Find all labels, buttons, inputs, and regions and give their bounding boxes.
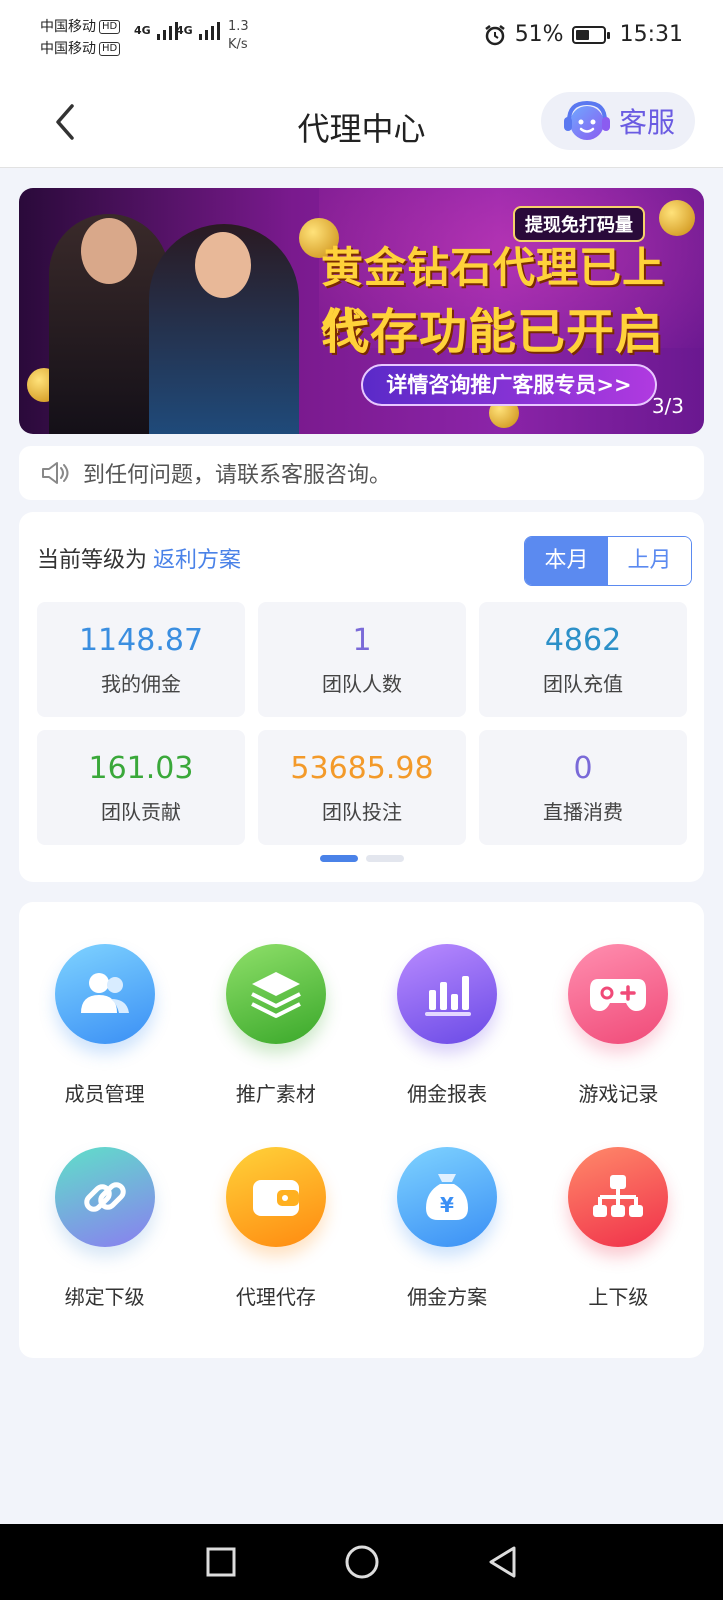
service-label: 客服 (619, 106, 676, 139)
notice-bar[interactable]: 到任何问题，请联系客服咨询。 (19, 446, 704, 500)
speed-unit: K/s (228, 37, 248, 52)
stat-value: 53685.98 (290, 751, 434, 786)
tab-last-month[interactable]: 上月 (608, 537, 691, 585)
hd-badge: HD (99, 42, 121, 56)
tab-this-month[interactable]: 本月 (525, 537, 608, 585)
menu-grid: 成员管理 推广素材 佣金报表 游戏记录 绑定下级 代理代存 ¥ 佣金方案 上下级 (19, 944, 704, 1310)
carrier-info: 中国移动 HD 中国移动 HD (40, 16, 121, 60)
menu-commission-plan[interactable]: ¥ 佣金方案 (362, 1147, 533, 1310)
stats-pager (19, 855, 704, 862)
banner-cta: 详情咨询推广客服专员>> (361, 364, 657, 406)
notice-text: 到任何问题，请联系客服咨询。 (83, 463, 392, 488)
layers-icon (225, 944, 326, 1044)
stats-card: 当前等级为 返利方案 本月 上月 1148.87 我的佣金 1 团队人数 4862 团队… (19, 512, 704, 882)
speed-value: 1.3 (228, 19, 249, 34)
stat-value: 1 (352, 623, 372, 658)
stat-value: 0 (573, 751, 593, 786)
back-nav-button[interactable] (483, 1542, 523, 1582)
carrier-1: 中国移动 (40, 19, 96, 35)
menu-promo-materials[interactable]: 推广素材 (190, 944, 361, 1107)
level-value[interactable]: 返利方案 (153, 548, 241, 573)
clock: 15:31 (619, 22, 683, 47)
stat-label: 团队贡献 (101, 800, 181, 824)
battery-percent: 51% (514, 22, 564, 47)
gamepad-icon (568, 944, 669, 1044)
stat-my-commission: 1148.87 我的佣金 (37, 602, 245, 717)
stat-live-spending: 0 直播消费 (479, 730, 687, 845)
stat-label: 团队人数 (322, 672, 402, 696)
status-bar: 中国移动 HD 中国移动 HD 4G 4G 1.3 K/s 51% 15:31 (0, 0, 723, 80)
status-right: 51% 15:31 (483, 22, 683, 47)
customer-service-button[interactable]: 客服 (541, 92, 695, 150)
menu-label: 游戏记录 (578, 1082, 659, 1106)
system-nav-bar (0, 1524, 723, 1600)
stat-team-members: 1 团队人数 (258, 602, 466, 717)
pager-dot-active[interactable] (319, 855, 358, 862)
menu-member-management[interactable]: 成员管理 (19, 944, 190, 1107)
money-bag-icon: ¥ (397, 1147, 498, 1247)
menu-label: 上下级 (588, 1285, 649, 1309)
pager-dot[interactable] (365, 855, 404, 862)
menu-label: 推广素材 (235, 1082, 316, 1106)
recents-button[interactable] (201, 1542, 241, 1582)
menu-label: 绑定下级 (64, 1285, 145, 1309)
banner-pager: 3/3 (651, 394, 684, 418)
signal-icon-2: 4G (176, 20, 227, 42)
circle-icon (345, 1545, 378, 1579)
period-tabs: 本月 上月 (524, 536, 692, 586)
home-button[interactable] (342, 1542, 382, 1582)
stat-team-recharge: 4862 团队充值 (479, 602, 687, 717)
banner-headline-2: 代存功能已开启 (321, 304, 665, 360)
hd-badge: HD (99, 20, 121, 34)
alarm-icon (484, 24, 505, 45)
menu-label: 成员管理 (64, 1082, 145, 1106)
speaker-icon (42, 462, 69, 484)
coin-decoration (659, 200, 695, 236)
stat-label: 团队充值 (543, 672, 623, 696)
net-type-2: 4G (176, 24, 193, 37)
headset-icon (564, 100, 610, 140)
link-icon (54, 1147, 155, 1247)
menu-agent-deposit[interactable]: 代理代存 (190, 1147, 361, 1310)
bar-chart-icon (397, 944, 498, 1044)
menu-hierarchy[interactable]: 上下级 (533, 1147, 704, 1310)
menu-label: 佣金报表 (407, 1082, 488, 1106)
square-icon (206, 1547, 235, 1577)
stat-value: 161.03 (88, 751, 194, 786)
banner-model-1-head (81, 218, 137, 284)
stats-grid: 1148.87 我的佣金 1 团队人数 4862 团队充值 161.03 团队贡献 53… (37, 602, 687, 845)
menu-bind-subordinate[interactable]: 绑定下级 (19, 1147, 190, 1310)
stat-team-contribution: 161.03 团队贡献 (37, 730, 245, 845)
promo-banner[interactable]: 提现免打码量 黄金钻石代理已上线 代存功能已开启 详情咨询推广客服专员>> 3/… (19, 188, 704, 434)
menu-game-records[interactable]: 游戏记录 (533, 944, 704, 1107)
level-label: 当前等级为 (37, 548, 148, 573)
stat-team-bets: 53685.98 团队投注 (258, 730, 466, 845)
svg-text:¥: ¥ (440, 1193, 454, 1217)
menu-label: 佣金方案 (407, 1285, 488, 1309)
triangle-back-icon (489, 1546, 515, 1578)
wallet-icon (225, 1147, 326, 1247)
menu-commission-report[interactable]: 佣金报表 (362, 944, 533, 1107)
members-icon (54, 944, 155, 1044)
battery-icon (571, 25, 610, 44)
stat-label: 我的佣金 (101, 672, 181, 696)
net-type-1: 4G (134, 24, 151, 37)
app-header: 代理中心 客服 (0, 80, 723, 168)
current-level: 当前等级为 返利方案 (37, 542, 241, 574)
function-menu: 成员管理 推广素材 佣金报表 游戏记录 绑定下级 代理代存 ¥ 佣金方案 上下级 (19, 902, 704, 1358)
banner-model-2-head (195, 232, 251, 298)
carrier-2: 中国移动 (40, 41, 96, 57)
network-speed: 1.3 K/s (228, 18, 249, 54)
hierarchy-icon (568, 1147, 669, 1247)
stat-label: 团队投注 (322, 800, 402, 824)
stat-value: 1148.87 (78, 623, 204, 658)
stat-label: 直播消费 (543, 800, 623, 824)
menu-label: 代理代存 (235, 1285, 316, 1309)
stat-value: 4862 (544, 623, 622, 658)
